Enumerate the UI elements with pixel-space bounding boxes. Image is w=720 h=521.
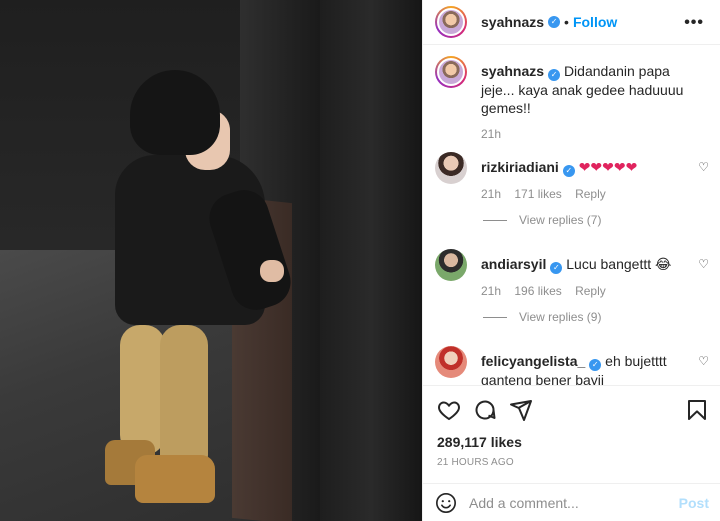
view-replies-button[interactable]: View replies (7)	[423, 213, 720, 227]
header-separator: •	[564, 14, 569, 30]
verified-icon: ✓	[548, 69, 561, 81]
verified-icon: ✓	[550, 262, 563, 274]
comment-time[interactable]: 21h	[481, 187, 501, 201]
child-leg	[120, 325, 165, 455]
heart-icon[interactable]	[437, 398, 461, 422]
reply-button[interactable]: Reply	[575, 284, 606, 298]
comment-username[interactable]: felicyangelista_	[481, 353, 585, 369]
post-actions	[423, 385, 720, 431]
child-leg	[160, 325, 208, 475]
view-replies-label: View replies (9)	[519, 310, 602, 324]
view-replies-label: View replies (7)	[519, 213, 602, 227]
comment-heart-icon[interactable]: ♡	[698, 257, 709, 271]
comment-text: andiarsyil ✓ Lucu bangettt 😂	[481, 249, 705, 274]
post-side-panel: syahnazs ✓ • Follow ••• syahnazs ✓ Didand…	[422, 0, 720, 521]
comment-avatar[interactable]	[435, 249, 467, 281]
comment-username[interactable]: rizkiriadiani	[481, 159, 559, 175]
bookmark-icon[interactable]	[685, 398, 709, 422]
comment-heart-icon[interactable]: ♡	[698, 160, 709, 174]
author-username[interactable]: syahnazs	[481, 14, 544, 30]
caption-meta: 21h	[481, 127, 705, 141]
verified-icon: ✓	[589, 359, 602, 371]
caption-text: syahnazs ✓ Didandanin papa jeje... kaya a…	[481, 56, 705, 117]
add-comment-bar: Post	[423, 483, 720, 521]
child-hand	[260, 260, 284, 282]
comment-username[interactable]: andiarsyil	[481, 256, 546, 272]
post-photo[interactable]	[0, 0, 422, 521]
comment-time[interactable]: 21h	[481, 284, 501, 298]
comment-body: ❤❤❤❤❤	[578, 159, 638, 175]
add-comment-input[interactable]	[469, 494, 679, 511]
replies-divider	[483, 316, 507, 318]
caption: syahnazs ✓ Didandanin papa jeje... kaya a…	[423, 56, 720, 141]
post-comment-button[interactable]: Post	[679, 495, 709, 511]
author-avatar[interactable]	[435, 6, 467, 38]
verified-icon: ✓	[548, 16, 561, 28]
caption-username[interactable]: syahnazs	[481, 63, 544, 79]
comment-avatar[interactable]	[435, 346, 467, 378]
comment-meta: 21h 196 likes Reply	[481, 284, 705, 298]
emoji-icon[interactable]	[435, 492, 457, 514]
reply-button[interactable]: Reply	[575, 187, 606, 201]
comment-likes[interactable]: 196 likes	[514, 284, 561, 298]
comments-list: syahnazs ✓ Didandanin papa jeje... kaya a…	[423, 56, 720, 386]
share-icon[interactable]	[509, 398, 533, 422]
child-hair	[130, 70, 220, 155]
author-avatar-image	[437, 8, 465, 36]
photo-pillar-right	[320, 0, 422, 521]
replies-divider	[483, 219, 507, 221]
comment-avatar[interactable]	[435, 152, 467, 184]
comment-meta: 21h 171 likes Reply	[481, 187, 705, 201]
comment-item: felicyangelista_ ✓ eh bujetttt ganteng be…	[423, 346, 720, 386]
likes-count[interactable]: 289,117 likes	[437, 434, 522, 450]
post-time-ago[interactable]: 21 HOURS AGO	[437, 457, 514, 468]
comment-body: Lucu bangettt 😂	[566, 256, 672, 272]
view-replies-button[interactable]: View replies (9)	[423, 310, 720, 324]
comment-text: felicyangelista_ ✓ eh bujetttt ganteng be…	[481, 346, 705, 386]
comment-item: rizkiriadiani ✓ ❤❤❤❤❤ 21h 171 likes Reply…	[423, 152, 720, 201]
comment-heart-icon[interactable]: ♡	[698, 354, 709, 368]
more-icon[interactable]: •••	[684, 14, 704, 32]
post-header: syahnazs ✓ • Follow •••	[423, 0, 720, 45]
comment-likes[interactable]: 171 likes	[514, 187, 561, 201]
comment-icon[interactable]	[473, 398, 497, 422]
comment-item: andiarsyil ✓ Lucu bangettt 😂 21h 196 like…	[423, 249, 720, 298]
caption-time[interactable]: 21h	[481, 127, 501, 141]
follow-button[interactable]: Follow	[573, 14, 617, 30]
comment-text: rizkiriadiani ✓ ❤❤❤❤❤	[481, 152, 705, 177]
caption-avatar[interactable]	[435, 56, 467, 88]
caption-avatar-image	[437, 58, 465, 86]
child-boot	[135, 455, 215, 503]
verified-icon: ✓	[562, 165, 575, 177]
